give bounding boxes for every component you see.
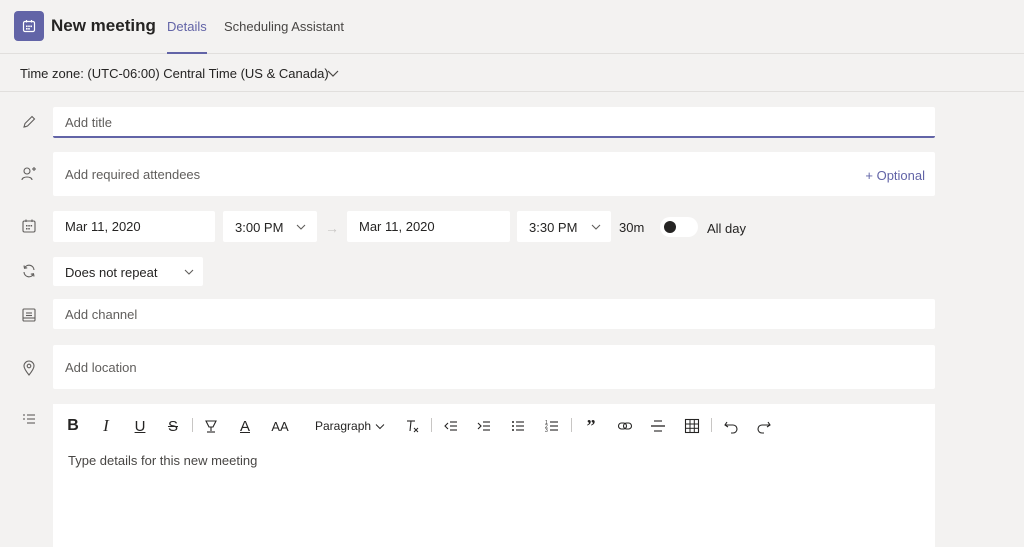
pencil-icon (20, 113, 38, 131)
toolbar-divider (711, 418, 712, 432)
tab-details[interactable]: Details (167, 19, 207, 54)
toolbar-divider (192, 418, 193, 432)
italic-button[interactable]: I (98, 414, 114, 438)
location-pin-icon (20, 359, 38, 377)
chevron-down-icon (296, 224, 306, 230)
title-input[interactable]: Add title (53, 107, 935, 138)
font-size-button[interactable]: AA (270, 414, 290, 438)
channel-icon (20, 306, 38, 324)
duration-label: 30m (619, 220, 645, 235)
end-time-select[interactable]: 3:30 PM (517, 211, 611, 242)
font-color-button[interactable]: A (237, 414, 253, 438)
paragraph-style-label: Paragraph (315, 419, 372, 433)
all-day-label: All day (707, 221, 747, 236)
details-list-icon (20, 411, 38, 429)
location-placeholder: Add location (65, 360, 137, 375)
end-date-picker[interactable]: Mar 11, 2020 (347, 211, 510, 242)
page-title: New meeting (51, 16, 156, 35)
arrow-right-icon: → (325, 220, 339, 236)
strikethrough-button[interactable]: S (165, 414, 181, 438)
title-placeholder: Add title (65, 115, 112, 130)
end-time-value: 3:30 PM (529, 220, 578, 235)
end-date-value: Mar 11, 2020 (359, 219, 435, 234)
toolbar-divider (571, 418, 572, 432)
quote-icon[interactable]: ” (582, 414, 600, 438)
repeat-select[interactable]: Does not repeat (53, 257, 203, 286)
calendar-app-icon (14, 11, 44, 41)
toolbar-divider (431, 418, 432, 432)
paragraph-style-select[interactable]: Paragraph (315, 414, 385, 438)
bold-button[interactable]: B (65, 414, 81, 438)
link-icon[interactable] (616, 414, 634, 438)
highlight-icon[interactable] (202, 414, 220, 438)
horizontal-rule-icon[interactable] (649, 414, 667, 438)
timezone-selector[interactable]: Time zone: (UTC-06:00) Central Time (US … (20, 66, 329, 81)
tab-scheduling-assistant[interactable]: Scheduling Assistant (224, 19, 344, 54)
optional-attendees-link[interactable]: + Optional (865, 168, 925, 183)
numbered-list-icon[interactable]: 123 (543, 414, 561, 438)
chevron-down-icon (591, 224, 601, 230)
chevron-down-icon (184, 269, 194, 275)
header-bar: New meeting Details Scheduling Assistant (0, 0, 1024, 54)
chevron-down-icon (375, 423, 385, 429)
start-date-picker[interactable]: Mar 11, 2020 (53, 211, 215, 242)
repeat-value: Does not repeat (65, 265, 158, 280)
add-person-icon (20, 165, 38, 183)
bulleted-list-icon[interactable] (509, 414, 527, 438)
chevron-down-icon[interactable] (326, 68, 340, 78)
start-time-select[interactable]: 3:00 PM (223, 211, 317, 242)
increase-indent-icon[interactable] (475, 414, 493, 438)
all-day-toggle[interactable] (660, 217, 698, 237)
svg-text:3: 3 (545, 428, 548, 434)
underline-button[interactable]: U (132, 414, 148, 438)
start-date-value: Mar 11, 2020 (65, 219, 141, 234)
clear-formatting-icon[interactable] (403, 414, 421, 438)
decrease-indent-icon[interactable] (442, 414, 460, 438)
attendees-input[interactable]: Add required attendees + Optional (53, 152, 935, 196)
redo-icon[interactable] (755, 414, 773, 438)
undo-icon[interactable] (722, 414, 740, 438)
repeat-icon (20, 262, 38, 280)
details-placeholder: Type details for this new meeting (68, 453, 258, 468)
channel-placeholder: Add channel (65, 307, 138, 322)
calendar-icon (20, 217, 38, 235)
start-time-value: 3:00 PM (235, 220, 284, 235)
timezone-bar: Time zone: (UTC-06:00) Central Time (US … (0, 54, 1024, 92)
toggle-knob (664, 221, 676, 233)
location-input[interactable]: Add location (53, 345, 935, 389)
attendees-placeholder: Add required attendees (65, 167, 201, 182)
channel-input[interactable]: Add channel (53, 299, 935, 329)
details-editor[interactable]: B I U S A AA Paragraph 123 ” Type detail… (53, 404, 935, 547)
table-icon[interactable] (683, 414, 701, 438)
